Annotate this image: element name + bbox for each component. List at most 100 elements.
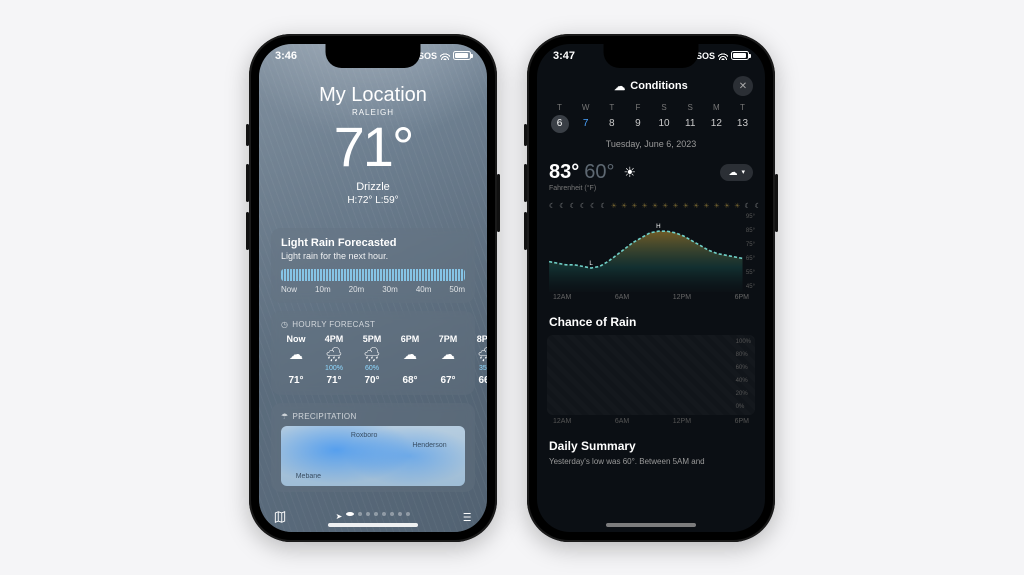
rain-card-subtitle: Light rain for the next hour. [281, 251, 465, 261]
day-letter: S [661, 103, 666, 112]
daily-summary-text: Yesterday's low was 60°. Between 5AM and [547, 457, 755, 466]
precipitation-label: ☂︎ PRECIPITATION [281, 412, 465, 421]
day-letter: F [635, 103, 640, 112]
phone-conditions: 3:47 SOS ☁︎ Conditions ✕ T 6W 7T 8F 9S 1… [527, 34, 775, 542]
clock-icon: ◷ [281, 320, 288, 329]
map-icon[interactable] [273, 510, 287, 524]
day-letter: T [557, 103, 562, 112]
condition-selector[interactable]: ☁︎ ▾ [720, 164, 753, 181]
umbrella-icon: ☂︎ [281, 412, 288, 421]
hourly-item[interactable]: 7PM ☁︎ 67° [433, 334, 463, 386]
hour-time: 5PM [363, 334, 382, 344]
day-item[interactable]: W 7 [573, 103, 598, 133]
hi-lo-text: H:72° L:59° [347, 195, 398, 206]
conditions-header: ☁︎ Conditions ✕ [547, 80, 755, 93]
day-item[interactable]: F 9 [625, 103, 650, 133]
day-item[interactable]: T 8 [599, 103, 624, 133]
rain-chart[interactable]: 100% 80% 60% 40% 20% 0% [547, 335, 755, 415]
day-letter: W [582, 103, 590, 112]
hour-temp: 66° [478, 375, 487, 386]
status-time: 3:47 [553, 50, 575, 62]
day-item[interactable]: S 11 [678, 103, 703, 133]
current-temperature: 71° [334, 119, 413, 175]
weather-screen[interactable]: 3:46 SOS My Location RALEIGH 71° Drizzle… [259, 44, 487, 532]
hour-temp: 70° [364, 375, 379, 386]
cloud-icon: ☁︎ [614, 80, 625, 93]
day-number: 10 [655, 115, 673, 133]
page-indicator[interactable]: ➤ [336, 512, 411, 521]
location-arrow-icon: ➤ [336, 512, 343, 521]
hourly-item[interactable]: 8PM 🌧 35% 66° [471, 334, 487, 386]
hourly-item[interactable]: 5PM 🌧 60% 70° [357, 334, 387, 386]
carrier-label: SOS [418, 51, 437, 61]
weather-icon: 🌧 [325, 346, 343, 363]
conditions-screen[interactable]: 3:47 SOS ☁︎ Conditions ✕ T 6W 7T 8F 9S 1… [537, 44, 765, 532]
minute-label: 10m [315, 285, 331, 294]
chevron-down-icon: ▾ [741, 168, 745, 176]
map-city-label: Roxboro [351, 432, 377, 439]
daily-summary-title: Daily Summary [547, 439, 755, 453]
day-letter: T [740, 103, 745, 112]
rain-y-axis: 100% 80% 60% 40% 20% 0% [736, 339, 751, 411]
location-title: My Location [319, 84, 427, 107]
chart-y-axis: 95° 85° 75° 65° 55° 45° [746, 212, 755, 292]
condition-text: Drizzle [356, 181, 390, 193]
map-city-label: Mebane [296, 473, 321, 480]
weather-icon: ☁︎ [403, 346, 417, 363]
minute-precip-bar [281, 269, 465, 281]
hour-time: 6PM [401, 334, 420, 344]
day-number: 9 [629, 115, 647, 133]
notch [326, 44, 421, 68]
close-button[interactable]: ✕ [733, 76, 753, 96]
hour-temp: 67° [440, 375, 455, 386]
hourly-item[interactable]: 6PM ☁︎ 68° [395, 334, 425, 386]
chart-x-axis: 12AM 6AM 12PM 6PM [547, 292, 755, 301]
day-letter: T [609, 103, 614, 112]
day-item[interactable]: S 10 [652, 103, 677, 133]
wifi-icon [440, 52, 450, 60]
chart-hour-icons: ☾☾☾☾☾☾ ☀︎☀︎☀︎☀︎☀︎☀︎☀︎☀︎☀︎☀︎☀︎☀︎☀︎ ☾☾☾☾ [547, 202, 755, 210]
temperature-chart[interactable]: ☾☾☾☾☾☾ ☀︎☀︎☀︎☀︎☀︎☀︎☀︎☀︎☀︎☀︎☀︎☀︎☀︎ ☾☾☾☾ [547, 202, 755, 301]
hourly-item[interactable]: 4PM 🌧 100% 71° [319, 334, 349, 386]
list-icon[interactable] [459, 510, 473, 524]
hourly-forecast-label: ◷ HOURLY FORECAST [281, 320, 465, 329]
hour-temp: 71° [326, 375, 341, 386]
day-number: 8 [603, 115, 621, 133]
home-indicator[interactable] [606, 523, 696, 527]
hour-time: 4PM [325, 334, 344, 344]
day-item[interactable]: T 6 [547, 103, 572, 133]
minute-label: 20m [349, 285, 365, 294]
rain-card-title: Light Rain Forecasted [281, 237, 465, 249]
hourly-item[interactable]: Now ☁︎ 71° [281, 334, 311, 386]
hourly-row[interactable]: Now ☁︎ 71°4PM 🌧 100% 71°5PM 🌧 60% 70°6PM… [281, 334, 465, 386]
status-right: SOS [418, 51, 471, 61]
wifi-icon [718, 52, 728, 60]
rain-forecast-card[interactable]: Light Rain Forecasted Light rain for the… [271, 228, 475, 303]
weather-icon: 🌧 [477, 346, 487, 363]
hourly-forecast-card[interactable]: ◷ HOURLY FORECAST Now ☁︎ 71°4PM 🌧 100% 7… [271, 311, 475, 395]
day-number: 13 [733, 115, 751, 133]
day-number: 7 [577, 115, 595, 133]
weather-icon: 🌧 [363, 346, 381, 363]
status-right: SOS [696, 51, 749, 61]
minute-label: 30m [382, 285, 398, 294]
precipitation-map[interactable]: Roxboro Henderson Mebane [281, 426, 465, 486]
notch [604, 44, 699, 68]
header-title: Conditions [630, 80, 687, 92]
day-item[interactable]: M 12 [704, 103, 729, 133]
minute-label: 50m [449, 285, 465, 294]
day-selector[interactable]: T 6W 7T 8F 9S 10S 11M 12T 13 [547, 103, 755, 133]
minute-labels: Now 10m 20m 30m 40m 50m [281, 285, 465, 294]
hour-precip: 60% [365, 365, 379, 373]
carrier-label: SOS [696, 51, 715, 61]
status-time: 3:46 [275, 50, 297, 62]
day-letter: S [688, 103, 693, 112]
precipitation-card[interactable]: ☂︎ PRECIPITATION Roxboro Henderson Meban… [271, 403, 475, 492]
hour-time: Now [287, 334, 306, 344]
home-indicator[interactable] [328, 523, 418, 527]
rain-x-axis: 12AM 6AM 12PM 6PM [547, 415, 755, 425]
day-item[interactable]: T 13 [730, 103, 755, 133]
hour-temp: 71° [288, 375, 303, 386]
minute-label: 40m [416, 285, 432, 294]
day-letter: M [713, 103, 720, 112]
